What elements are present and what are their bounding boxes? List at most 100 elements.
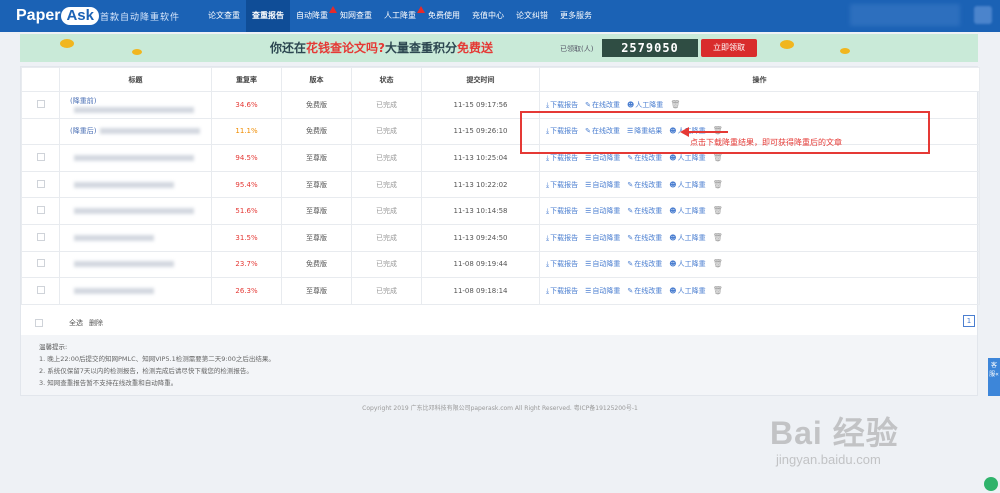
auto-rewrite-icon: ☰ <box>585 286 592 295</box>
title-cell[interactable]: (降重后) <box>59 117 212 146</box>
trash-icon[interactable]: 🗑 <box>713 153 723 162</box>
row-checkbox[interactable] <box>36 206 45 215</box>
main-nav: 论文查重 查重报告 自动降重 知网查重 人工降重 免费使用 充值中心 论文纠错 更多服务 <box>202 0 598 32</box>
table-row: 23.7% 免费版 已完成 11-08 09:19:44 ⤓下载报告 ☰自动降重 ✎在线改重… <box>21 250 980 279</box>
logo[interactable]: Paper Ask <box>16 6 99 26</box>
banner-counter: 2579050 <box>602 39 698 57</box>
manual-rewrite-link[interactable]: ☻人工降重 <box>669 260 705 268</box>
title-text[interactable]: (降重后) <box>70 127 96 135</box>
title-cell[interactable]: (降重前) <box>59 91 212 119</box>
manual-rewrite-icon: ☻ <box>669 180 677 189</box>
title-cell[interactable] <box>59 250 212 279</box>
trash-icon[interactable]: 🗑 <box>713 180 723 189</box>
download-report-link[interactable]: ⤓下载报告 <box>546 287 578 295</box>
manual-rewrite-link[interactable]: ☻人工降重 <box>669 181 705 189</box>
manual-rewrite-link[interactable]: ☻人工降重 <box>669 207 705 215</box>
download-report-link[interactable]: ⤓下载报告 <box>546 154 578 162</box>
online-edit-link[interactable]: ✎在线改重 <box>627 154 662 162</box>
nav-item[interactable]: 论文纠错 <box>510 0 554 32</box>
manual-rewrite-link[interactable]: ☻人工降重 <box>669 234 705 242</box>
online-edit-link[interactable]: ✎在线改重 <box>627 207 662 215</box>
select-all-label[interactable]: 全选 <box>69 318 83 328</box>
row-checkbox[interactable] <box>36 285 45 294</box>
blurred-user-info <box>850 4 960 26</box>
promo-banner[interactable]: 你还在花钱查论文吗?大量查重积分免费送 已领取(人) 2579050 立即领取 <box>20 34 978 62</box>
title-cell[interactable] <box>59 144 212 172</box>
download-report-link[interactable]: ⤓下载报告 <box>546 181 578 189</box>
auto-rewrite-link[interactable]: ☰自动降重 <box>585 287 620 295</box>
row-checkbox[interactable] <box>36 259 45 268</box>
download-report-link[interactable]: ⤓下载报告 <box>546 260 578 268</box>
column-header: 版本 <box>281 67 352 92</box>
op-label: 自动降重 <box>592 286 621 295</box>
online-edit-icon: ✎ <box>627 233 634 242</box>
op-label: 下载报告 <box>550 180 579 189</box>
time-cell: 11-13 10:22:02 <box>421 170 540 199</box>
nav-item[interactable]: 查重报告 <box>246 0 290 32</box>
trash-icon[interactable]: 🗑 <box>713 259 723 268</box>
op-label: 自动降重 <box>592 260 621 269</box>
nav-item[interactable]: 免费使用 <box>422 0 466 32</box>
title-cell[interactable] <box>59 277 212 305</box>
page-number[interactable]: 1 <box>963 315 975 327</box>
auto-rewrite-link[interactable]: ☰自动降重 <box>585 260 620 268</box>
auto-rewrite-icon: ☰ <box>585 207 592 216</box>
select-all-checkbox[interactable] <box>35 319 43 327</box>
report-table: 标题 重复率 版本 状态 提交时间 操作 (降重前) 34.6% 免费版 已完成 11-15 09… <box>21 67 980 305</box>
nav-item[interactable]: 人工降重 <box>378 0 425 32</box>
auto-rewrite-link[interactable]: ☰自动降重 <box>585 181 620 189</box>
online-edit-link[interactable]: ✎在线改重 <box>627 287 662 295</box>
nav-item[interactable]: 充值中心 <box>466 0 510 32</box>
online-edit-icon: ✎ <box>627 180 634 189</box>
manual-rewrite-link[interactable]: ☻人工降重 <box>669 287 705 295</box>
tips-line: 2. 系统仅保留7天以内的检测报告，检测完成后请尽快下载您的检测报告。 <box>39 367 253 375</box>
manual-rewrite-link[interactable]: ☻人工降重 <box>669 154 705 162</box>
ops-cell: ⤓下载报告 ☰自动降重 ✎在线改重 ☻人工降重 🗑 <box>539 277 980 305</box>
delete-button[interactable]: 删除 <box>89 318 103 328</box>
status-cell: 已完成 <box>351 144 422 172</box>
nav-item[interactable]: 知网查重 <box>334 0 378 32</box>
trash-icon[interactable]: 🗑 <box>713 233 723 242</box>
avatar[interactable] <box>974 6 992 24</box>
version-cell: 至尊版 <box>281 144 352 172</box>
title-cell[interactable] <box>59 170 212 199</box>
trash-icon[interactable]: 🗑 <box>713 206 723 215</box>
row-checkbox[interactable] <box>36 99 45 108</box>
manual-rewrite-link[interactable]: ☻人工降重 <box>627 101 663 109</box>
row-checkbox[interactable] <box>36 232 45 241</box>
nav-item[interactable]: 自动降重 <box>290 0 337 32</box>
trash-icon[interactable]: 🗑 <box>713 286 723 295</box>
customer-service-tab[interactable]: 客服« <box>988 358 1000 396</box>
auto-rewrite-link[interactable]: ☰自动降重 <box>585 234 620 242</box>
download-report-icon: ⤓ <box>546 260 550 269</box>
status-cell: 已完成 <box>351 197 422 225</box>
op-label: 下载报告 <box>550 153 579 162</box>
time-cell: 11-13 09:24:50 <box>421 223 540 252</box>
download-report-link[interactable]: ⤓下载报告 <box>546 234 578 242</box>
title-cell[interactable] <box>59 223 212 252</box>
blurred-title <box>74 261 174 268</box>
claim-now-button[interactable]: 立即领取 <box>701 39 757 57</box>
manual-rewrite-icon: ☻ <box>669 153 677 162</box>
auto-rewrite-link[interactable]: ☰自动降重 <box>585 154 620 162</box>
op-label: 自动降重 <box>592 153 621 162</box>
online-edit-link[interactable]: ✎在线改重 <box>585 101 620 109</box>
download-report-icon: ⤓ <box>546 233 550 242</box>
online-edit-link[interactable]: ✎在线改重 <box>627 234 662 242</box>
row-checkbox[interactable] <box>36 152 45 161</box>
nav-item[interactable]: 论文查重 <box>202 0 246 32</box>
download-report-link[interactable]: ⤓下载报告 <box>546 101 578 109</box>
download-report-link[interactable]: ⤓下载报告 <box>546 207 578 215</box>
title-cell[interactable] <box>59 197 212 225</box>
top-nav-bar: Paper Ask 首款自动降重软件 论文查重 查重报告 自动降重 知网查重 人工降重 免费… <box>0 0 1000 32</box>
row-select-cell <box>21 170 60 199</box>
online-edit-link[interactable]: ✎在线改重 <box>627 260 662 268</box>
banner-count-label: 已领取(人) <box>560 45 594 53</box>
row-checkbox[interactable] <box>36 179 45 188</box>
nav-item[interactable]: 更多服务 <box>554 0 598 32</box>
online-edit-link[interactable]: ✎在线改重 <box>627 181 662 189</box>
annotation-arrow <box>688 131 728 133</box>
auto-rewrite-link[interactable]: ☰自动降重 <box>585 207 620 215</box>
title-text[interactable]: (降重前) <box>70 97 96 105</box>
trash-icon[interactable]: 🗑 <box>670 100 680 109</box>
